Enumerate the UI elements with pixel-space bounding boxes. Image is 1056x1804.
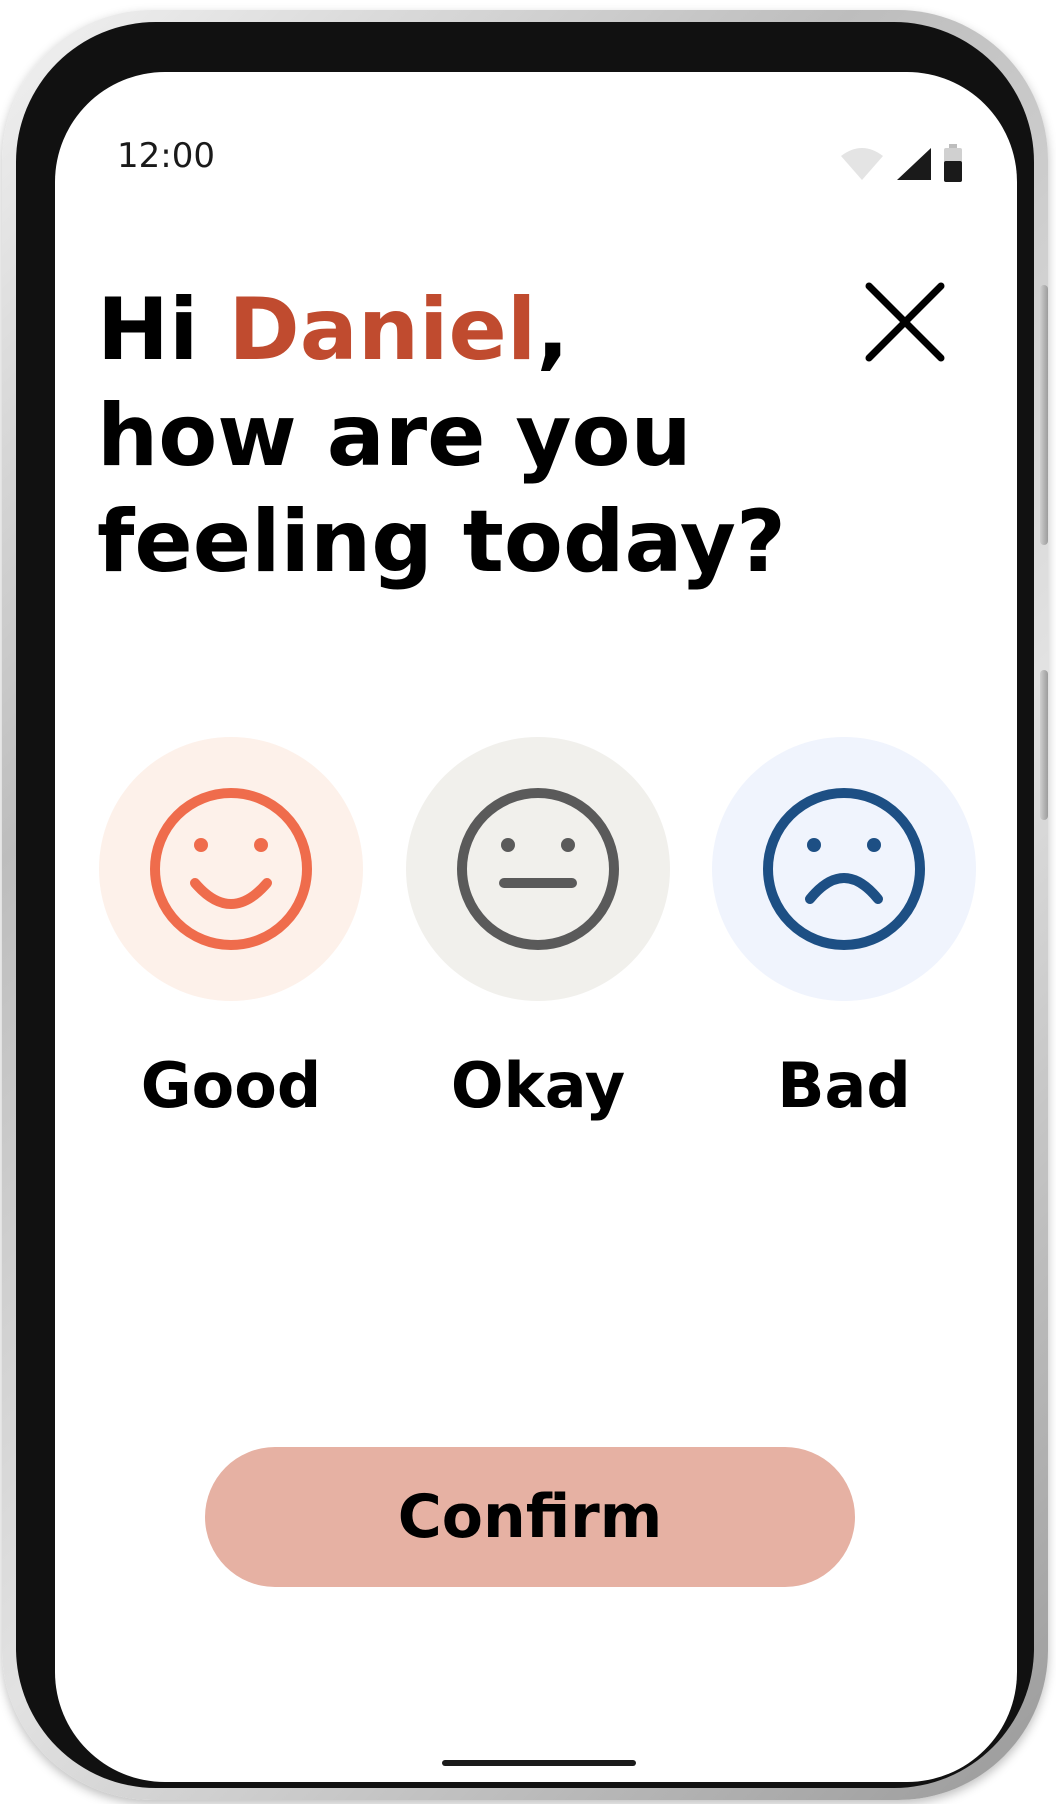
phone-bezel: 12:00 Hi Daniel, how are you feeling tod… <box>16 22 1034 1788</box>
close-button[interactable] <box>859 276 951 368</box>
greeting-line3: feeling today? <box>97 492 786 592</box>
greeting-heading: Hi Daniel, how are you feeling today? <box>97 277 857 595</box>
battery-icon <box>944 144 962 182</box>
volume-button <box>1040 285 1048 545</box>
neutral-face-icon <box>457 788 619 950</box>
mood-good-label: Good <box>140 1049 322 1122</box>
confirm-button[interactable]: Confirm <box>205 1447 855 1587</box>
mood-okay-label: Okay <box>450 1049 626 1122</box>
smile-face-icon <box>150 788 312 950</box>
cellular-signal-icon <box>897 148 931 180</box>
mood-good-circle <box>99 737 363 1001</box>
mood-okay-circle <box>406 737 670 1001</box>
power-button <box>1040 670 1048 820</box>
status-time: 12:00 <box>117 136 215 176</box>
status-icons <box>839 144 963 182</box>
mood-option-good[interactable]: Good <box>99 737 363 1123</box>
phone-frame: 12:00 Hi Daniel, how are you feeling tod… <box>2 10 1048 1800</box>
wifi-icon <box>841 148 883 180</box>
greeting-prefix: Hi <box>97 280 229 380</box>
close-icon <box>865 282 945 362</box>
greeting-line2: how are you <box>97 386 692 486</box>
screen: 12:00 Hi Daniel, how are you feeling tod… <box>55 72 1017 1782</box>
mood-option-bad[interactable]: Bad <box>712 737 976 1123</box>
mood-bad-label: Bad <box>777 1049 911 1122</box>
mood-bad-circle <box>712 737 976 1001</box>
mood-option-okay[interactable]: Okay <box>406 737 670 1123</box>
sad-face-icon <box>763 788 925 950</box>
home-indicator[interactable] <box>442 1760 636 1766</box>
greeting-suffix: , <box>536 280 570 380</box>
user-name: Daniel <box>228 280 537 380</box>
